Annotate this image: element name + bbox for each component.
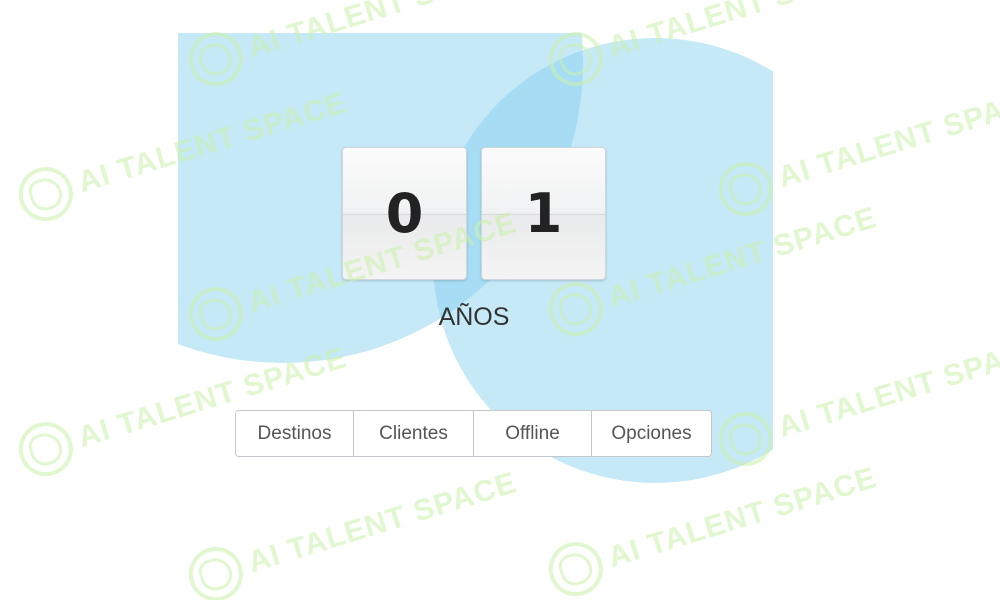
digit-card-ones: 1 <box>481 147 606 280</box>
brain-logo-icon <box>542 535 610 600</box>
digit-card-tens: 0 <box>342 147 467 280</box>
watermark-text: AI TALENT SPACE <box>774 81 1000 195</box>
brain-logo-icon <box>182 540 250 600</box>
digit-ones: 1 <box>524 182 563 245</box>
counter-unit-label: AÑOS <box>438 303 510 331</box>
clientes-button[interactable]: Clientes <box>354 411 474 456</box>
nav-button-group: Destinos Clientes Offline Opciones <box>235 410 712 457</box>
watermark-text: AI TALENT SPACE <box>244 466 521 580</box>
watermark-text: AI TALENT SPACE <box>774 331 1000 445</box>
brain-logo-icon <box>12 415 80 483</box>
offline-button[interactable]: Offline <box>474 411 592 456</box>
page: 0 1 AÑOS Destinos Clientes Offline Opcio… <box>0 0 1000 600</box>
destinos-button[interactable]: Destinos <box>236 411 354 456</box>
flip-counter: 0 1 <box>342 147 606 280</box>
digit-tens: 0 <box>385 182 424 245</box>
opciones-button[interactable]: Opciones <box>592 411 711 456</box>
brain-logo-icon <box>12 160 80 228</box>
